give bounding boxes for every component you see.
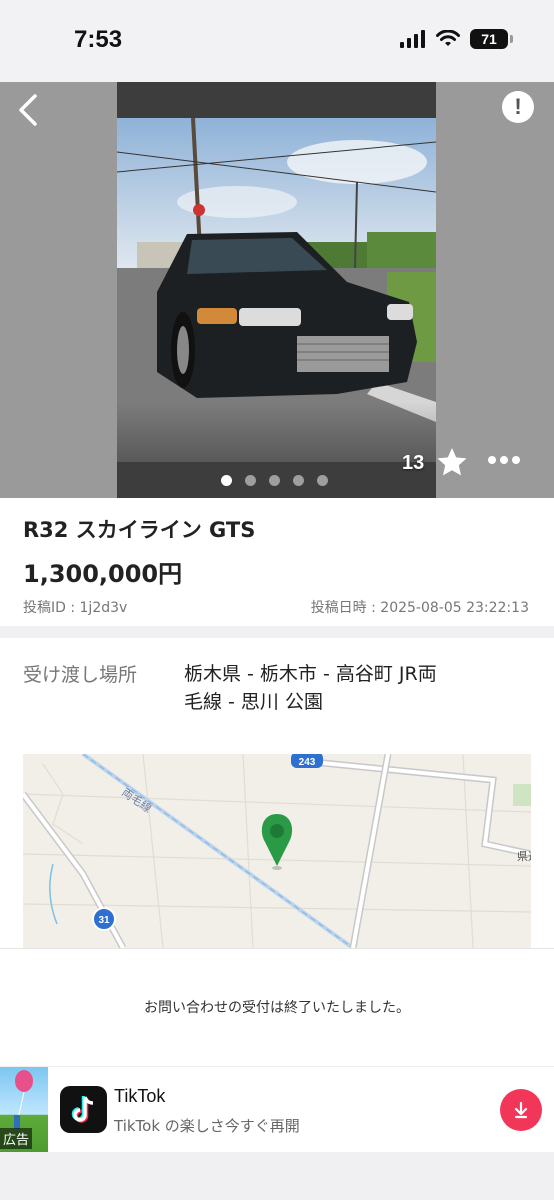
signal-icon [400, 30, 425, 48]
notice-text: お問い合わせの受付は終了いたしました。 [144, 1000, 410, 1016]
chevron-left-icon [19, 94, 37, 126]
download-button[interactable] [500, 1089, 542, 1131]
item-info: R32 スカイライン GTS 1,300,000円 投稿ID : 1j2d3v … [0, 498, 554, 626]
map-edge-label: 県道 [517, 849, 531, 863]
tiktok-logo-icon[interactable] [60, 1086, 107, 1133]
battery-indicator: 71 [470, 29, 513, 49]
route-31-marker: 31 [92, 907, 116, 931]
download-icon [514, 1101, 528, 1119]
page-dot[interactable] [317, 475, 328, 486]
map-illustration: 243 31 両毛線 県道 [23, 754, 531, 948]
status-icons: 71 [400, 29, 513, 49]
route-243-label: 243 [299, 757, 316, 768]
photo-pagination[interactable] [221, 475, 328, 486]
page-dot[interactable] [245, 475, 256, 486]
photo-gallery[interactable]: ! 13 [0, 82, 554, 498]
more-options-button[interactable] [488, 456, 520, 464]
page-dot[interactable] [221, 475, 232, 486]
post-date: 投稿日時 : 2025-08-05 23:22:13 [310, 600, 529, 616]
location-map[interactable]: 243 31 両毛線 県道 [23, 754, 531, 948]
ad-thumbnail[interactable]: 広告 [0, 1067, 48, 1153]
report-button[interactable]: ! [502, 91, 534, 123]
page-dot[interactable] [293, 475, 304, 486]
bottom-spacer [0, 1152, 554, 1200]
car-photo-illustration [116, 82, 437, 498]
back-button[interactable] [8, 88, 48, 132]
tiktok-note-icon [71, 1095, 93, 1123]
status-time: 7:53 [74, 26, 123, 53]
handover-section: 受け渡し場所 栃木県 - 栃木市 - 高谷町 JR両毛線 - 思川 公園 243… [0, 638, 554, 948]
handover-location: 栃木県 - 栃木市 - 高谷町 JR両毛線 - 思川 公園 [184, 663, 437, 713]
battery-level: 71 [481, 31, 497, 47]
favorite-count: 13 [402, 452, 425, 474]
ad-app-name[interactable]: TikTok [114, 1086, 165, 1107]
wifi-icon [436, 30, 460, 46]
item-title: R32 スカイライン GTS [23, 518, 256, 542]
post-id: 投稿ID : 1j2d3v [23, 600, 128, 616]
ad-badge: 広告 [0, 1128, 33, 1149]
inquiry-closed-notice: お問い合わせの受付は終了いたしました。 [0, 948, 554, 1066]
status-bar: 7:53 71 [0, 0, 554, 82]
ad-description: TikTok の楽しさ今すぐ再開 [114, 1117, 300, 1135]
page-dot[interactable] [269, 475, 280, 486]
alert-icon: ! [514, 94, 522, 119]
route-243-marker: 243 [291, 754, 323, 768]
car-photo[interactable] [116, 82, 437, 498]
more-dot-icon [488, 456, 496, 464]
ad-banner[interactable]: 広告 TikTok TikTok の楽しさ今すぐ再開 [0, 1066, 554, 1153]
item-price: 1,300,000円 [23, 560, 183, 588]
handover-label: 受け渡し場所 [23, 664, 138, 686]
more-dot-icon [500, 456, 508, 464]
star-icon[interactable] [436, 446, 468, 478]
more-dot-icon [512, 456, 520, 464]
route-31-label: 31 [98, 915, 110, 926]
